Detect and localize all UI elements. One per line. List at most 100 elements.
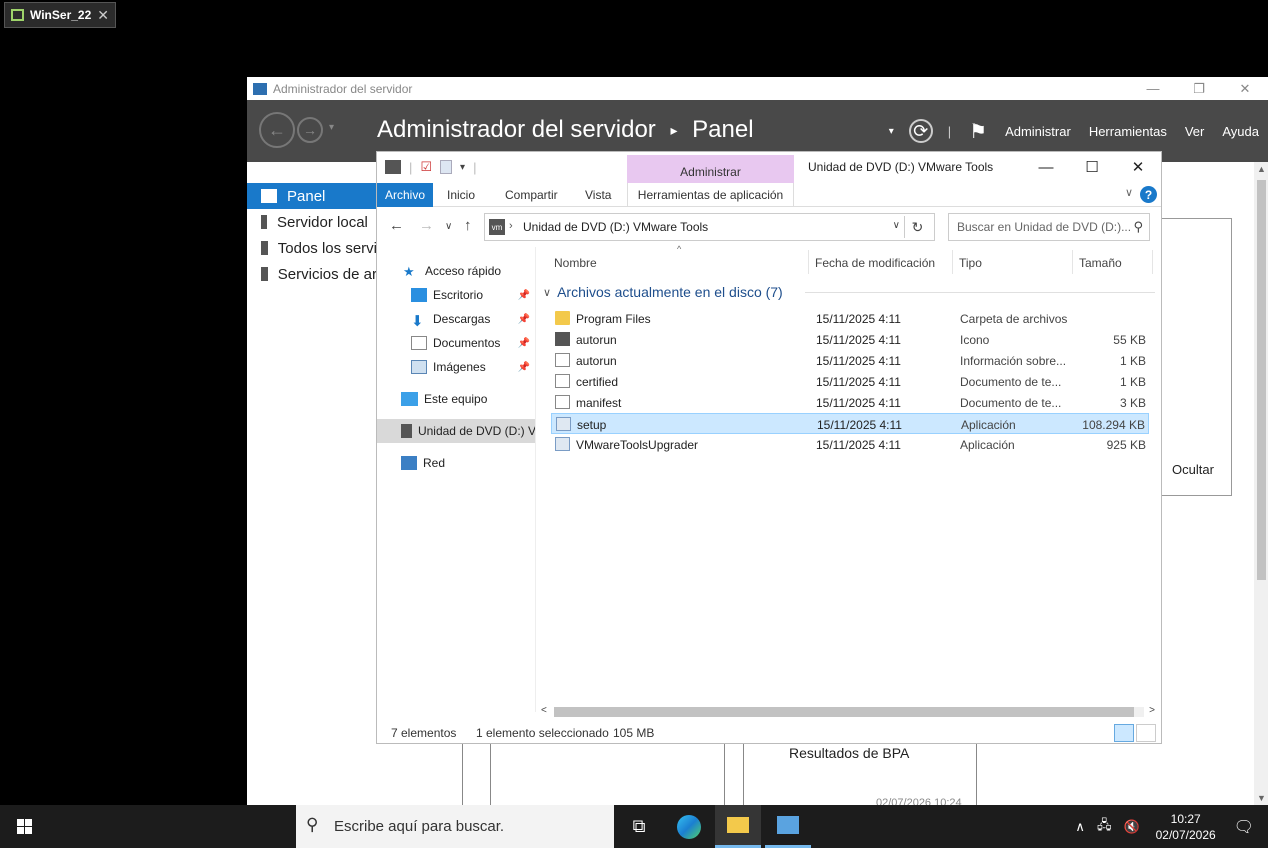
search-input[interactable]: Buscar en Unidad de DVD (D:)... ⚲: [948, 213, 1150, 241]
column-header-name[interactable]: Nombre: [554, 256, 597, 270]
nav-item-quick-access[interactable]: ★ Acceso rápido: [377, 259, 535, 283]
nav-item-dvd-drive[interactable]: Unidad de DVD (D:) V: [377, 419, 535, 443]
chevron-down-icon[interactable]: ∨: [893, 220, 900, 231]
pin-icon[interactable]: 📌: [518, 362, 530, 373]
server-manager-button[interactable]: [765, 805, 811, 848]
expand-ribbon-icon[interactable]: ∨: [1125, 186, 1133, 199]
forward-button[interactable]: →: [297, 117, 323, 143]
volume-muted-icon[interactable]: 🔇: [1117, 819, 1145, 835]
nav-item-documents[interactable]: Documentos 📌: [377, 331, 535, 355]
sidebar-item-panel[interactable]: Panel: [247, 183, 377, 209]
vm-icon: [11, 9, 24, 21]
close-icon[interactable]: ✕: [97, 7, 109, 24]
application-icon: [556, 417, 571, 431]
edge-button[interactable]: [666, 805, 712, 848]
help-icon[interactable]: ?: [1140, 186, 1157, 203]
column-header-size[interactable]: Tamaño: [1079, 256, 1122, 270]
file-row[interactable]: autorun 15/11/2025 4:11 Información sobre.…: [551, 350, 1149, 371]
close-button[interactable]: ✕: [1222, 77, 1268, 100]
column-separator[interactable]: [1152, 250, 1153, 274]
notifications-flag-icon[interactable]: ⚑: [960, 119, 996, 144]
group-header[interactable]: ∨ Archivos actualmente en el disco (7): [543, 284, 783, 300]
dropdown-icon[interactable]: ▾: [880, 126, 903, 137]
server-icon: [261, 215, 267, 229]
minimize-button[interactable]: —: [1130, 77, 1176, 100]
menu-herramientas[interactable]: Herramientas: [1080, 124, 1176, 139]
tab-archivo[interactable]: Archivo: [377, 183, 433, 207]
file-name: autorun: [576, 354, 617, 368]
chevron-right-icon[interactable]: ›: [509, 220, 513, 232]
tab-compartir[interactable]: Compartir: [505, 183, 558, 207]
file-row[interactable]: Program Files 15/11/2025 4:11 Carpeta de a…: [551, 308, 1149, 329]
properties-icon[interactable]: ☑: [420, 159, 432, 175]
nav-item-desktop[interactable]: Escritorio 📌: [377, 283, 535, 307]
scroll-left-icon[interactable]: <: [541, 705, 547, 716]
search-icon[interactable]: ⚲: [1133, 219, 1143, 235]
refresh-icon[interactable]: ↻: [904, 216, 930, 238]
bpa-results-label[interactable]: Resultados de BPA: [789, 745, 909, 761]
scroll-up-icon[interactable]: ▲: [1257, 164, 1266, 174]
column-header-type[interactable]: Tipo: [959, 256, 982, 270]
context-tab-administrar[interactable]: Administrar: [627, 155, 794, 183]
up-arrow-icon[interactable]: ↑: [464, 217, 472, 234]
network-icon[interactable]: 🖧: [1091, 816, 1118, 838]
menu-ayuda[interactable]: Ayuda: [1213, 124, 1268, 139]
start-button[interactable]: [0, 805, 48, 848]
task-view-button[interactable]: ⧉: [616, 805, 662, 848]
file-explorer-button[interactable]: [715, 805, 761, 848]
back-arrow-icon[interactable]: ←: [389, 217, 404, 234]
nav-item-this-pc[interactable]: Este equipo: [377, 387, 535, 411]
pin-icon[interactable]: 📌: [518, 290, 530, 301]
horizontal-scrollbar[interactable]: < >: [537, 704, 1161, 721]
maximize-button[interactable]: ☐: [1069, 152, 1115, 182]
file-row[interactable]: certified 15/11/2025 4:11 Documento de te.…: [551, 371, 1149, 392]
scrollbar-thumb[interactable]: [1257, 180, 1266, 580]
vertical-scrollbar[interactable]: ▲ ▼: [1254, 162, 1268, 805]
column-header-date[interactable]: Fecha de modificación: [815, 256, 935, 270]
history-dropdown-icon[interactable]: ▾: [329, 122, 334, 133]
sidebar-item-file-services[interactable]: Servicios de ar: [247, 261, 377, 287]
sidebar-item-local-server[interactable]: Servidor local: [247, 209, 377, 235]
tab-herramientas-aplicacion[interactable]: Herramientas de aplicación: [627, 183, 794, 207]
column-separator[interactable]: [952, 250, 953, 274]
nav-item-network[interactable]: Red: [377, 451, 535, 475]
forward-arrow-icon[interactable]: →: [419, 217, 434, 234]
customize-toolbar-icon[interactable]: ▾: [460, 162, 465, 173]
new-folder-icon[interactable]: [440, 160, 453, 174]
pin-icon[interactable]: 📌: [518, 314, 530, 325]
file-row[interactable]: autorun 15/11/2025 4:11 Icono 55 KB: [551, 329, 1149, 350]
nav-item-downloads[interactable]: ⬇ Descargas 📌: [377, 307, 535, 331]
file-row[interactable]: manifest 15/11/2025 4:11 Documento de te..…: [551, 392, 1149, 413]
tab-vista[interactable]: Vista: [585, 183, 611, 207]
taskbar-search-input[interactable]: ⚲ Escribe aquí para buscar.: [296, 805, 614, 848]
pin-icon[interactable]: 📌: [518, 338, 530, 349]
large-icons-view-button[interactable]: [1136, 724, 1156, 742]
recent-locations-icon[interactable]: ∨: [445, 221, 452, 232]
file-row[interactable]: VMwareToolsUpgrader 15/11/2025 4:11 Aplica…: [551, 434, 1149, 455]
scroll-right-icon[interactable]: >: [1149, 705, 1155, 716]
file-row[interactable]: setup 15/11/2025 4:11 Aplicación 108.294 KB: [551, 413, 1149, 434]
hide-link[interactable]: Ocultar: [1172, 462, 1214, 477]
menu-ver[interactable]: Ver: [1176, 124, 1214, 139]
notifications-icon[interactable]: 🗨: [1226, 817, 1268, 837]
close-button[interactable]: ✕: [1115, 152, 1161, 182]
details-view-button[interactable]: [1114, 724, 1134, 742]
scroll-down-icon[interactable]: ▼: [1257, 793, 1266, 803]
column-separator[interactable]: [1072, 250, 1073, 274]
nav-item-pictures[interactable]: Imágenes 📌: [377, 355, 535, 379]
scrollbar-thumb[interactable]: [554, 707, 1134, 717]
tab-inicio[interactable]: Inicio: [447, 183, 475, 207]
column-separator[interactable]: [808, 250, 809, 274]
sidebar-item-all-servers[interactable]: Todos los servi: [247, 235, 377, 261]
collapse-icon[interactable]: ∨: [543, 286, 551, 299]
menu-administrar[interactable]: Administrar: [996, 124, 1080, 139]
vm-tab[interactable]: WinSer_22 ✕: [4, 2, 116, 28]
back-button[interactable]: ←: [259, 112, 295, 148]
restore-button[interactable]: ❐: [1176, 77, 1222, 100]
refresh-icon[interactable]: ⟳: [908, 119, 933, 143]
address-bar[interactable]: vm › Unidad de DVD (D:) VMware Tools ∨ ↻: [484, 213, 935, 241]
chevron-up-icon[interactable]: ∧: [1069, 819, 1091, 835]
clock[interactable]: 10:27 02/07/2026: [1146, 811, 1226, 843]
nav-item-label: Acceso rápido: [425, 264, 502, 278]
minimize-button[interactable]: —: [1023, 152, 1069, 182]
